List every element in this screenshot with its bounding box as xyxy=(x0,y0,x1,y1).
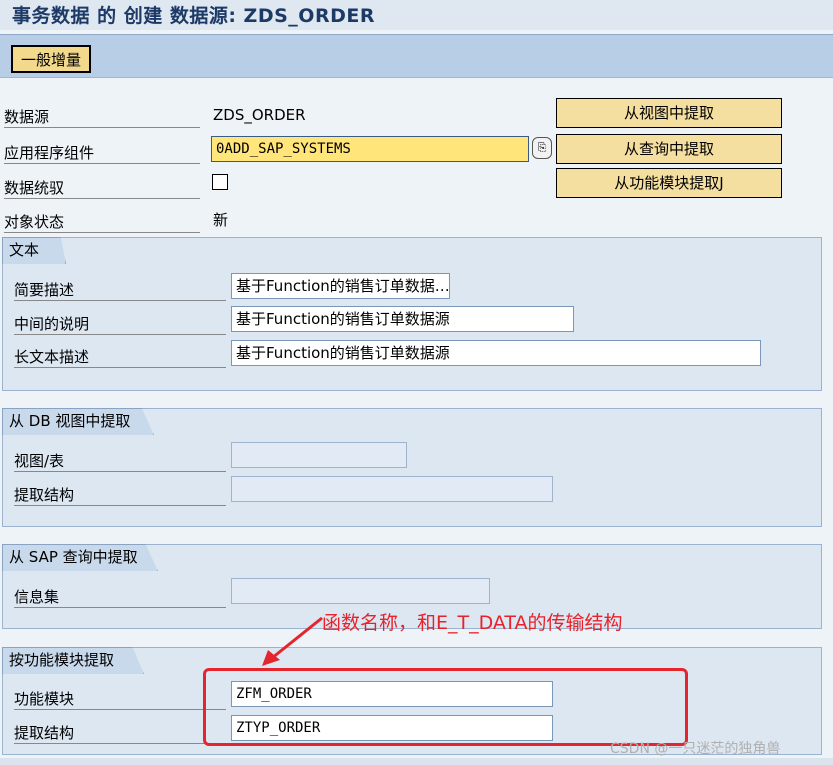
data-protection-checkbox[interactable] xyxy=(212,174,228,190)
bottom-strip xyxy=(0,758,833,765)
object-status-value: 新 xyxy=(213,211,229,229)
view-table-field[interactable] xyxy=(231,442,407,468)
view-table-label: 视图/表 xyxy=(14,450,226,472)
annotation-text: 函数名称，和E_T_DATA的传输结构 xyxy=(322,612,623,634)
text-group-title: 文本 xyxy=(2,237,66,264)
medium-description-label: 中间的说明 xyxy=(14,313,226,335)
extract-from-function-module-button[interactable]: 从功能模块提取J xyxy=(556,168,782,198)
extract-from-view-button[interactable]: 从视图中提取 xyxy=(556,98,782,128)
title-bar: 事务数据 的 创建 数据源: ZDS_ORDER xyxy=(0,0,833,30)
datasource-value: ZDS_ORDER xyxy=(213,106,306,124)
data-protection-label: 数据统驭 xyxy=(4,177,200,199)
long-description-field[interactable]: 基于Function的销售订单数据源 xyxy=(231,340,761,366)
annotation-highlight-box xyxy=(203,668,688,746)
function-module-group-title: 按功能模块提取 xyxy=(2,647,144,674)
annotation-arrow-icon xyxy=(262,616,323,666)
general-delta-button[interactable]: 一般增量 xyxy=(11,45,91,73)
page-title: 事务数据 的 创建 数据源: ZDS_ORDER xyxy=(12,5,375,27)
long-description-label: 长文本描述 xyxy=(14,346,226,368)
db-extract-structure-label: 提取结构 xyxy=(14,484,226,506)
app-component-label: 应用程序组件 xyxy=(4,142,200,164)
fm-extract-structure-label: 提取结构 xyxy=(14,722,226,744)
app-component-field[interactable]: 0ADD_SAP_SYSTEMS xyxy=(211,136,529,162)
extract-from-query-button[interactable]: 从查询中提取 xyxy=(556,134,782,164)
infoset-field[interactable] xyxy=(231,578,490,604)
object-status-label: 对象状态 xyxy=(4,211,200,233)
function-module-label: 功能模块 xyxy=(14,688,226,710)
db-view-group-title: 从 DB 视图中提取 xyxy=(2,408,154,435)
watermark: CSDN @一只迷茫的独角兽 xyxy=(610,741,781,757)
application-toolbar xyxy=(0,34,833,78)
medium-description-field[interactable]: 基于Function的销售订单数据源 xyxy=(231,306,574,332)
value-help-icon[interactable]: ⎘ xyxy=(532,137,552,159)
sap-query-group-title: 从 SAP 查询中提取 xyxy=(2,544,158,571)
infoset-label: 信息集 xyxy=(14,586,226,608)
short-description-label: 简要描述 xyxy=(14,279,226,301)
datasource-label: 数据源 xyxy=(4,106,200,128)
db-extract-structure-field[interactable] xyxy=(231,476,553,502)
short-description-field[interactable]: 基于Function的销售订单数据… xyxy=(231,273,450,299)
